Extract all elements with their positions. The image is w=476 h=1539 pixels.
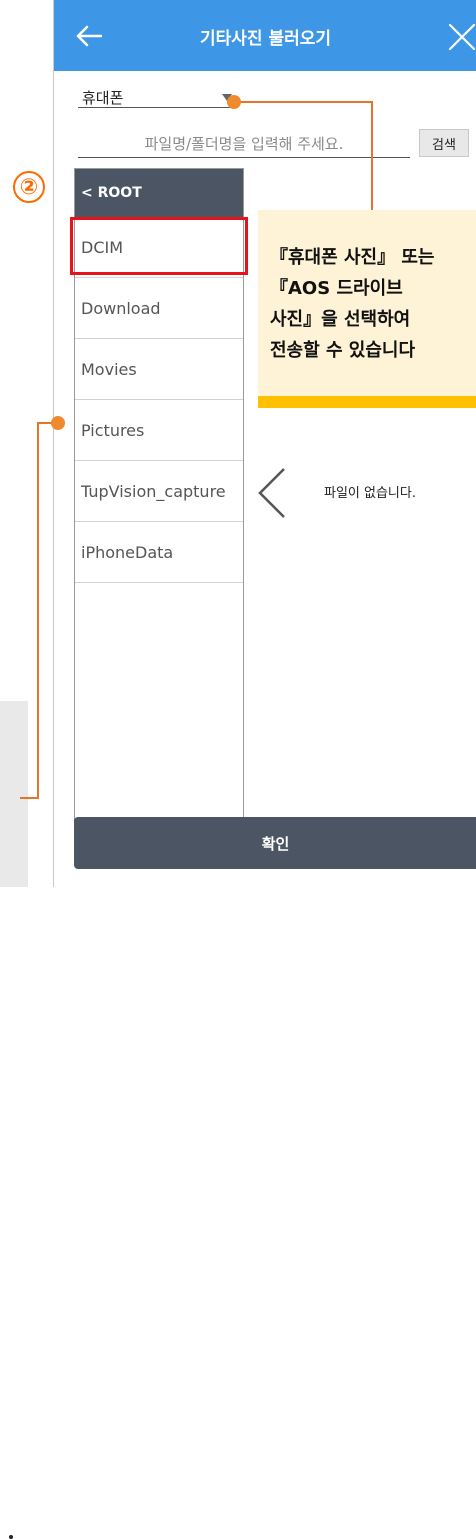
connector-line-top-vertical [371, 101, 373, 211]
connector-dot-top [227, 95, 241, 109]
root-folder-button[interactable]: < ROOT [75, 169, 243, 217]
chevron-left-icon [258, 468, 285, 518]
close-icon [448, 23, 476, 51]
phone-screen: 기타사진 불러오기 휴대폰 검색 < ROOT DCIM Download Mo… [53, 0, 476, 887]
empty-files-message: 파일이 없습니다. [324, 486, 416, 501]
connector-line-left-vertical [37, 422, 39, 798]
app-header: 기타사진 불러오기 [54, 0, 476, 71]
storage-selected-value: 휴대폰 [82, 89, 124, 107]
folder-item-iphonedata[interactable]: iPhoneData [75, 522, 243, 583]
folder-item-download[interactable]: Download [75, 278, 243, 339]
page-title: 기타사진 불러오기 [199, 29, 332, 49]
search-input[interactable] [78, 130, 410, 158]
dcim-highlight-box [70, 217, 248, 275]
connector-line-top-horizontal [234, 101, 372, 103]
callout-bottom-bar [258, 396, 476, 408]
step-number-badge: ② [13, 171, 45, 203]
confirm-button[interactable]: 확인 [74, 817, 476, 869]
connector-dot-left [51, 416, 65, 430]
connector-line-left-bottom [20, 797, 39, 799]
folder-item-tupvision-capture[interactable]: TupVision_capture [75, 461, 243, 522]
storage-dropdown[interactable]: 휴대폰 [78, 86, 238, 108]
search-button[interactable]: 검색 [419, 129, 469, 157]
callout-text: 『휴대폰 사진』 또는 『AOS 드라이브 사진』을 선택하여 전송할 수 있습… [270, 247, 435, 361]
left-edge-panel [0, 701, 28, 1539]
folder-item-movies[interactable]: Movies [75, 339, 243, 400]
edge-dot [9, 1535, 13, 1539]
folder-item-pictures[interactable]: Pictures [75, 400, 243, 461]
close-button[interactable] [447, 22, 476, 52]
collapse-panel-button[interactable] [254, 467, 290, 519]
callout-box: 『휴대폰 사진』 또는 『AOS 드라이브 사진』을 선택하여 전송할 수 있습… [258, 210, 476, 408]
